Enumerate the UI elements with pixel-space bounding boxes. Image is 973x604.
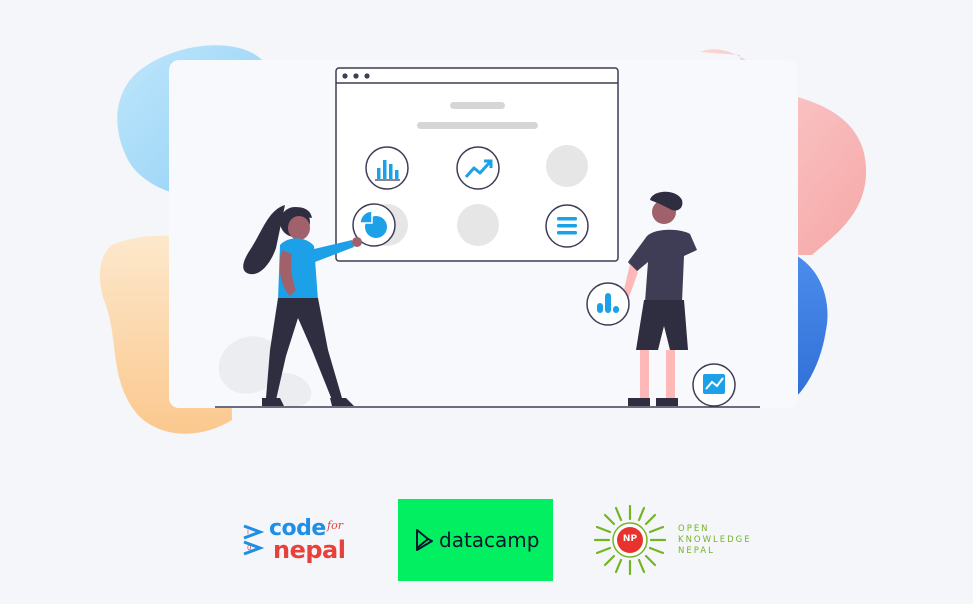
okn-badge-text: NP: [622, 534, 638, 544]
okn-wordmark: OPEN KNOWLEDGE NEPAL: [678, 524, 752, 557]
partner-logos: i 0 code for nepal datacamp NP OPEN KNOW…: [0, 490, 973, 590]
datacamp-text: datacamp: [439, 528, 540, 552]
bar-bubble-icon: [586, 282, 630, 326]
datacamp-mark-icon: [416, 529, 433, 551]
datacamp-logo[interactable]: datacamp: [398, 499, 553, 581]
cfn-for-text: for: [327, 519, 343, 532]
open-knowledge-nepal-logo[interactable]: NP OPEN KNOWLEDGE NEPAL: [592, 501, 752, 581]
hero-illustration: [99, 45, 867, 434]
cfn-nepal-text: nepal: [273, 536, 346, 564]
menu-lines-icon: [545, 204, 589, 248]
okn-line1: OPEN: [678, 524, 710, 534]
placeholder-circle: [546, 145, 588, 187]
placeholder-circle: [457, 204, 499, 246]
line-chart-icon: [692, 363, 736, 407]
trend-up-icon: [456, 146, 500, 190]
okn-line2: KNOWLEDGE: [678, 535, 752, 545]
okn-line3: NEPAL: [678, 546, 715, 556]
cfn-0-glyph: 0: [247, 544, 251, 552]
bar-chart-icon: [365, 146, 409, 190]
code-for-nepal-mark-icon: i 0: [243, 524, 265, 556]
code-for-nepal-logo[interactable]: i 0 code for nepal: [240, 516, 356, 566]
cfn-i-glyph: i: [247, 528, 249, 536]
